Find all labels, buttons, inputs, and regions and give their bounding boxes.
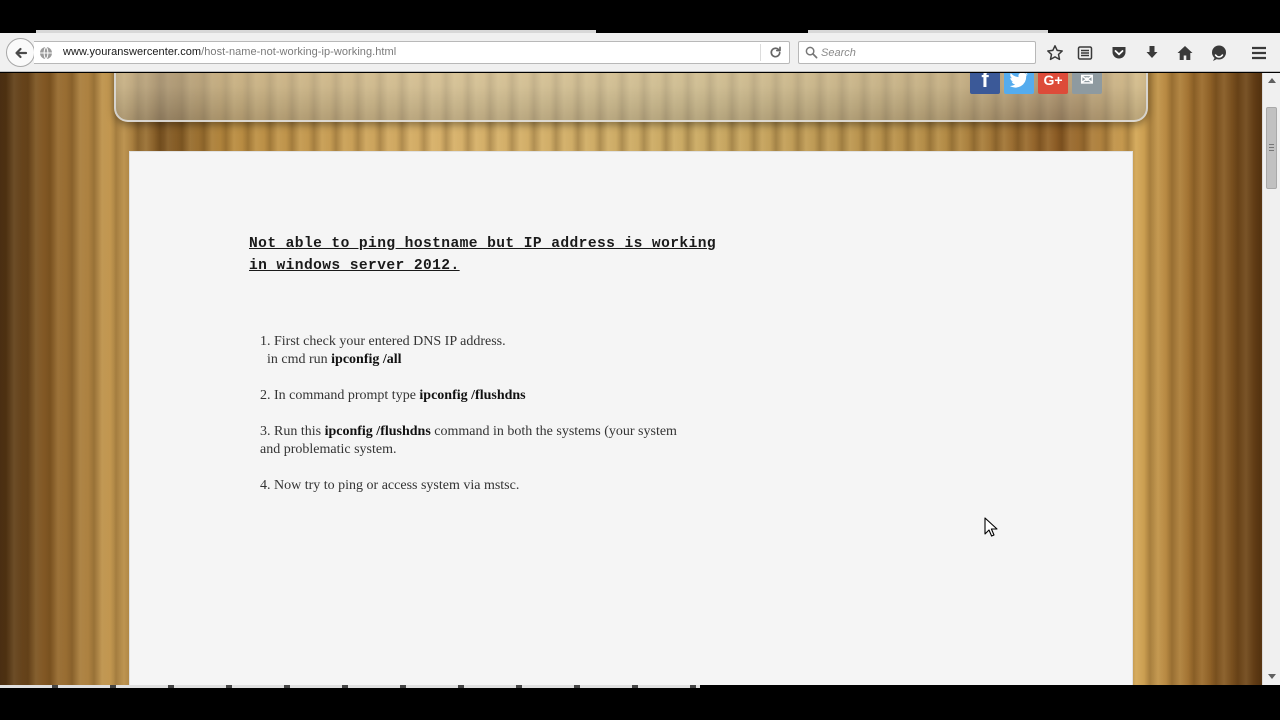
screen: www.youranswercenter.com/host-name-not-w… [0,0,1280,720]
step-3: 3. Run this ipconfig /flushdns command i… [260,424,677,439]
home-icon[interactable] [1176,44,1194,62]
vertical-scrollbar[interactable] [1262,73,1280,685]
facebook-icon: f [981,73,989,92]
chat-icon[interactable] [1210,44,1228,62]
command-flushdns: ipconfig /flushdns [419,388,526,403]
step-1: 1. First check your entered DNS IP addre… [260,334,506,349]
article-title-line-2: in windows server 2012. [249,258,460,274]
email-share-button[interactable]: ✉ [1072,73,1102,94]
googleplus-share-button[interactable]: G+ [1038,73,1068,94]
url-domain: www.youranswercenter.com [63,46,202,58]
url-bar[interactable]: www.youranswercenter.com/host-name-not-w… [34,41,790,64]
search-icon [805,46,818,59]
article-title-line-1: Not able to ping hostname but IP address… [249,236,717,252]
step-4: 4. Now try to ping or access system via … [260,478,520,493]
back-button[interactable] [6,38,35,67]
top-black-bar [0,0,1280,33]
page-viewport: f t G+ ✉ Not able to ping hostname but I… [0,73,1262,685]
email-icon: ✉ [1080,73,1094,89]
step-1-detail: in cmd run ipconfig /all [267,352,402,367]
googleplus-icon: G+ [1043,73,1063,88]
browser-toolbar: www.youranswercenter.com/host-name-not-w… [0,33,1280,72]
menu-icon[interactable] [1250,44,1268,62]
back-arrow-icon [14,47,27,58]
command-ipconfig-all: ipconfig /all [331,352,402,367]
reading-list-icon[interactable] [1076,44,1094,62]
url-separator [760,44,761,61]
download-icon[interactable] [1143,44,1161,62]
bookmark-star-icon[interactable] [1046,44,1064,62]
step-2: 2. In command prompt type ipconfig /flus… [260,388,526,403]
steps-list: 1. First check your entered DNS IP addre… [260,333,780,495]
bottom-tab-strip [0,685,700,688]
command-flushdns-2: ipconfig /flushdns [324,424,431,439]
facebook-share-button[interactable]: f [970,73,1000,94]
search-bar[interactable] [798,41,1036,64]
scroll-up-arrow-icon[interactable] [1268,78,1276,83]
reload-icon[interactable] [768,45,783,60]
url-path: /host-name-not-working-ip-working.html [201,46,397,58]
mouse-cursor-icon [984,517,998,537]
scroll-down-arrow-icon[interactable] [1268,674,1276,679]
article-content: Not able to ping hostname but IP address… [129,151,1133,685]
article-title: Not able to ping hostname but IP address… [249,233,789,277]
search-input[interactable] [821,45,1027,61]
url-text[interactable]: www.youranswercenter.com/host-name-not-w… [63,46,396,58]
bottom-black-bar [0,685,1280,720]
scrollbar-thumb[interactable] [1266,107,1277,189]
globe-icon [40,46,52,60]
twitter-icon [1009,73,1028,88]
step-3-continued: and problematic system. [260,442,397,457]
twitter-share-button[interactable]: t [1004,73,1034,94]
pocket-icon[interactable] [1110,44,1128,62]
